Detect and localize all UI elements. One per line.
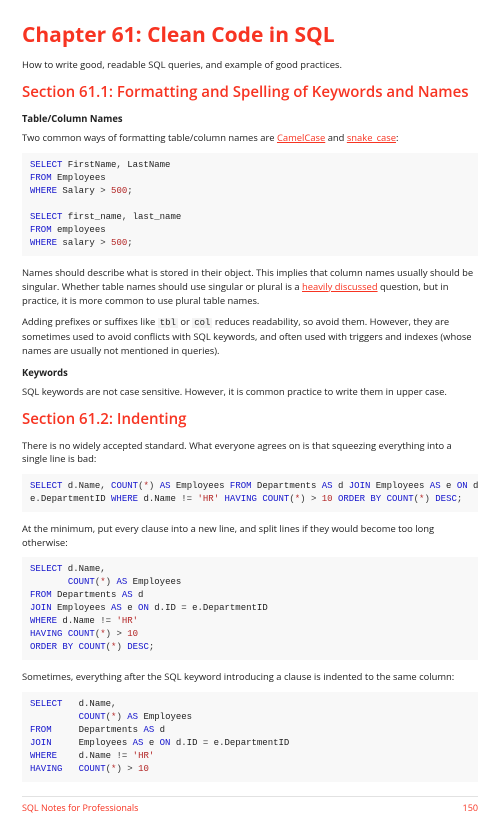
page-footer: SQL Notes for Professionals 150 [22,796,478,814]
code-block-camel-snake: SELECT FirstName, LastName FROM Employee… [22,153,478,256]
subheading-keywords: Keywords [22,366,478,380]
footer-page-number: 150 [463,801,478,814]
snakecase-link[interactable]: snake_case [347,131,396,144]
chapter-title: Chapter 61: Clean Code in SQL [22,20,478,50]
code-block-aligned: SELECT d.Name, COUNT(*) AS Employees FRO… [22,692,478,782]
paragraph: At the minimum, put every clause into a … [22,522,478,549]
paragraph: Adding prefixes or suffixes like tbl or … [22,315,478,357]
heavily-discussed-link[interactable]: heavily discussed [302,280,378,293]
footer-left: SQL Notes for Professionals [22,801,138,814]
inline-code-col: col [192,318,212,328]
section-title-61-1: Section 61.1: Formatting and Spelling of… [22,82,478,104]
paragraph: Two common ways of formatting table/colu… [22,131,478,145]
chapter-intro: How to write good, readable SQL queries,… [22,58,478,72]
paragraph: Sometimes, everything after the SQL keyw… [22,670,478,684]
paragraph: SQL keywords are not case sensitive. How… [22,385,478,399]
camelcase-link[interactable]: CamelCase [277,131,325,144]
section-title-61-2: Section 61.2: Indenting [22,409,478,431]
subheading-table-column: Table/Column Names [22,112,478,126]
paragraph: Names should describe what is stored in … [22,266,478,307]
code-block-multiline: SELECT d.Name, COUNT(*) AS Employees FRO… [22,557,478,660]
inline-code-tbl: tbl [158,318,178,328]
paragraph: There is no widely accepted standard. Wh… [22,439,478,466]
code-block-single-line: SELECT d.Name, COUNT(*) AS Employees FRO… [22,474,478,512]
